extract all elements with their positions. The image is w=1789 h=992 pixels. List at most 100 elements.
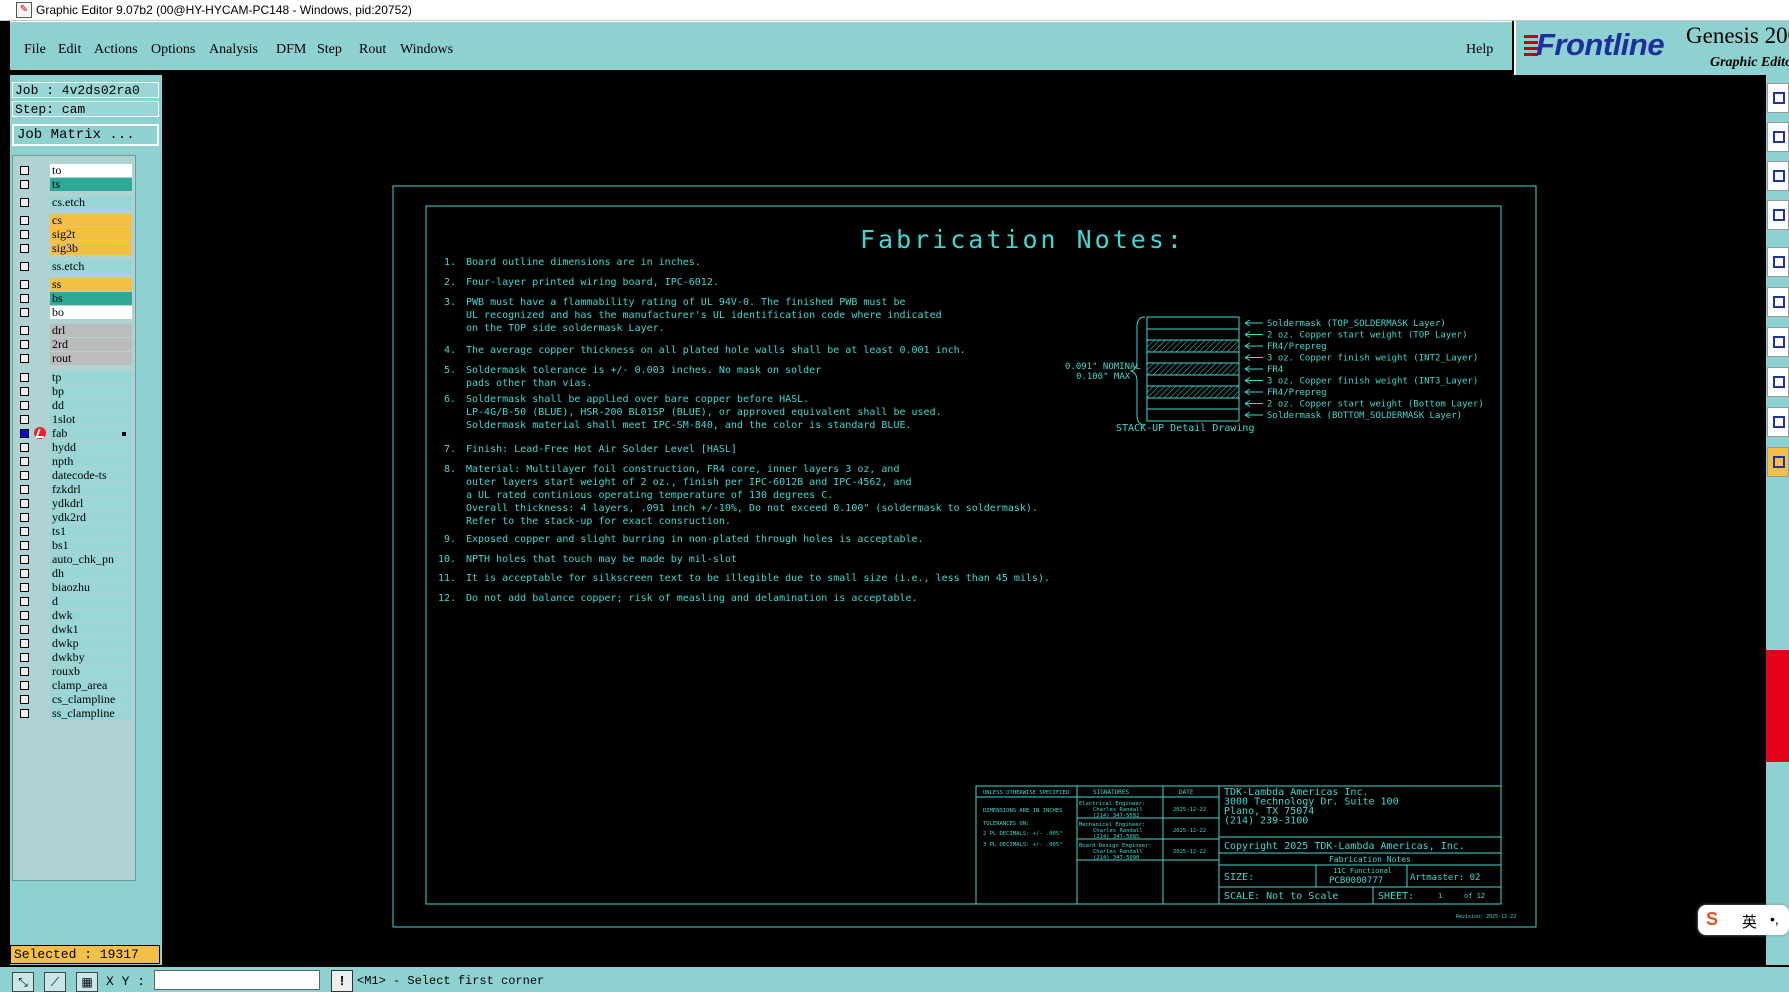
layer-checkbox[interactable] [20,401,29,410]
layer-name[interactable]: ss_clampline [50,707,132,720]
layer-list[interactable]: to ts cs.etch cs sig2t sig3b ss.etch ss bs bo drl 2… [12,155,136,881]
layer-row-bp[interactable]: bp [13,384,135,398]
layer-row-sig2t[interactable]: sig2t [13,227,135,241]
layer-row-ss.etch[interactable]: ss.etch [13,259,135,273]
layer-name[interactable]: dd [50,399,132,412]
layer-checkbox[interactable] [20,216,29,225]
layer-checkbox[interactable] [20,499,29,508]
layer-checkbox[interactable] [20,625,29,634]
layer-row-ts[interactable]: ts [13,177,135,191]
layer-name[interactable]: 1slot [50,413,132,426]
tool-button-9[interactable] [1767,407,1789,437]
layer-name[interactable]: cs [50,214,132,227]
layer-row-hydd[interactable]: hydd [13,440,135,454]
layer-row-dd[interactable]: dd [13,398,135,412]
zoom-tool-button[interactable]: ⤡ [12,972,34,992]
tool-button-7[interactable] [1767,327,1789,357]
layer-checkbox[interactable] [20,597,29,606]
layer-name[interactable]: bo [50,306,132,319]
ime-indicator[interactable]: S 英 •, [1698,905,1789,935]
layer-name[interactable]: drl [50,324,132,337]
layer-checkbox[interactable] [20,294,29,303]
layer-name[interactable]: cs_clampline [50,693,132,706]
graphic-canvas[interactable]: Fabrication Notes: 1. Board outline dimen… [163,75,1765,965]
layer-checkbox[interactable] [20,166,29,175]
layer-row-clamp_area[interactable]: clamp_area [13,678,135,692]
layer-row-d[interactable]: d [13,594,135,608]
layer-name[interactable]: datecode-ts [50,469,132,482]
layer-checkbox[interactable] [20,527,29,536]
layer-name[interactable]: dh [50,567,132,580]
layer-checkbox[interactable] [20,457,29,466]
layer-checkbox[interactable] [20,230,29,239]
layer-name[interactable]: hydd [50,441,132,454]
layer-checkbox[interactable] [20,583,29,592]
layer-name[interactable]: dwk1 [50,623,132,636]
menu-help[interactable]: Help [1466,42,1493,58]
layer-row-rout[interactable]: rout [13,351,135,365]
layer-name[interactable]: rout [50,352,132,365]
layer-row-dwkp[interactable]: dwkp [13,636,135,650]
layer-name[interactable]: ts [50,178,132,191]
layer-row-fab[interactable]: fab [13,426,135,440]
layer-row-ss[interactable]: ss [13,277,135,291]
layer-name[interactable]: ss.etch [50,260,132,273]
layer-row-datecode-ts[interactable]: datecode-ts [13,468,135,482]
layer-row-2rd[interactable]: 2rd [13,337,135,351]
layer-name[interactable]: dwk [50,609,132,622]
layer-name[interactable]: 2rd [50,338,132,351]
layer-name[interactable]: clamp_area [50,679,132,692]
layer-row-dwk1[interactable]: dwk1 [13,622,135,636]
menu-file[interactable]: File [24,42,46,58]
layer-name[interactable]: bs [50,292,132,305]
layer-checkbox[interactable] [20,244,29,253]
layer-row-1slot[interactable]: 1slot [13,412,135,426]
layer-name[interactable]: fzkdrl [50,483,132,496]
tool-button-4[interactable] [1767,200,1789,230]
layer-row-bs1[interactable]: bs1 [13,538,135,552]
layer-checkbox[interactable] [20,485,29,494]
layer-checkbox[interactable] [20,180,29,189]
layer-row-bs[interactable]: bs [13,291,135,305]
layer-checkbox[interactable] [20,354,29,363]
layer-name[interactable]: ts1 [50,525,132,538]
tool-button-1[interactable] [1767,83,1789,113]
layer-row-cs.etch[interactable]: cs.etch [13,195,135,209]
layer-row-ydkdrl[interactable]: ydkdrl [13,496,135,510]
layer-row-ts1[interactable]: ts1 [13,524,135,538]
layer-checkbox[interactable] [20,681,29,690]
measure-tool-button[interactable]: ⟋ [44,972,66,992]
layer-checkbox[interactable] [20,308,29,317]
layer-name[interactable]: ydkdrl [50,497,132,510]
layer-name[interactable]: ydk2rd [50,511,132,524]
layer-name[interactable]: to [50,164,132,177]
layer-row-biaozhu[interactable]: biaozhu [13,580,135,594]
layer-row-ss_clampline[interactable]: ss_clampline [13,706,135,720]
layer-checkbox[interactable] [20,541,29,550]
layer-checkbox[interactable] [20,387,29,396]
tool-button-5[interactable] [1767,247,1789,277]
layer-name[interactable]: cs.etch [50,196,132,209]
layer-checkbox[interactable] [20,667,29,676]
layer-checkbox[interactable] [20,611,29,620]
menu-options[interactable]: Options [151,42,195,58]
warning-button[interactable]: ! [331,970,353,992]
layer-row-cs_clampline[interactable]: cs_clampline [13,692,135,706]
menu-rout[interactable]: Rout [359,42,386,58]
tool-button-6[interactable] [1767,287,1789,317]
layer-name[interactable]: tp [50,371,132,384]
layer-checkbox[interactable] [20,198,29,207]
menu-actions[interactable]: Actions [94,42,138,58]
layer-checkbox[interactable] [20,340,29,349]
red-side-tab[interactable] [1766,650,1789,762]
xy-input[interactable] [154,970,320,990]
layer-row-auto_chk_pn[interactable]: auto_chk_pn [13,552,135,566]
layer-name[interactable]: dwkby [50,651,132,664]
layer-row-rouxb[interactable]: rouxb [13,664,135,678]
layer-checkbox[interactable] [20,695,29,704]
menu-dfm[interactable]: DFM [276,42,306,58]
layer-checkbox[interactable] [20,513,29,522]
layer-name[interactable]: sig3b [50,242,132,255]
job-name-field[interactable]: Job : 4v2ds02ra0 [12,82,159,98]
layer-name[interactable]: d [50,595,132,608]
